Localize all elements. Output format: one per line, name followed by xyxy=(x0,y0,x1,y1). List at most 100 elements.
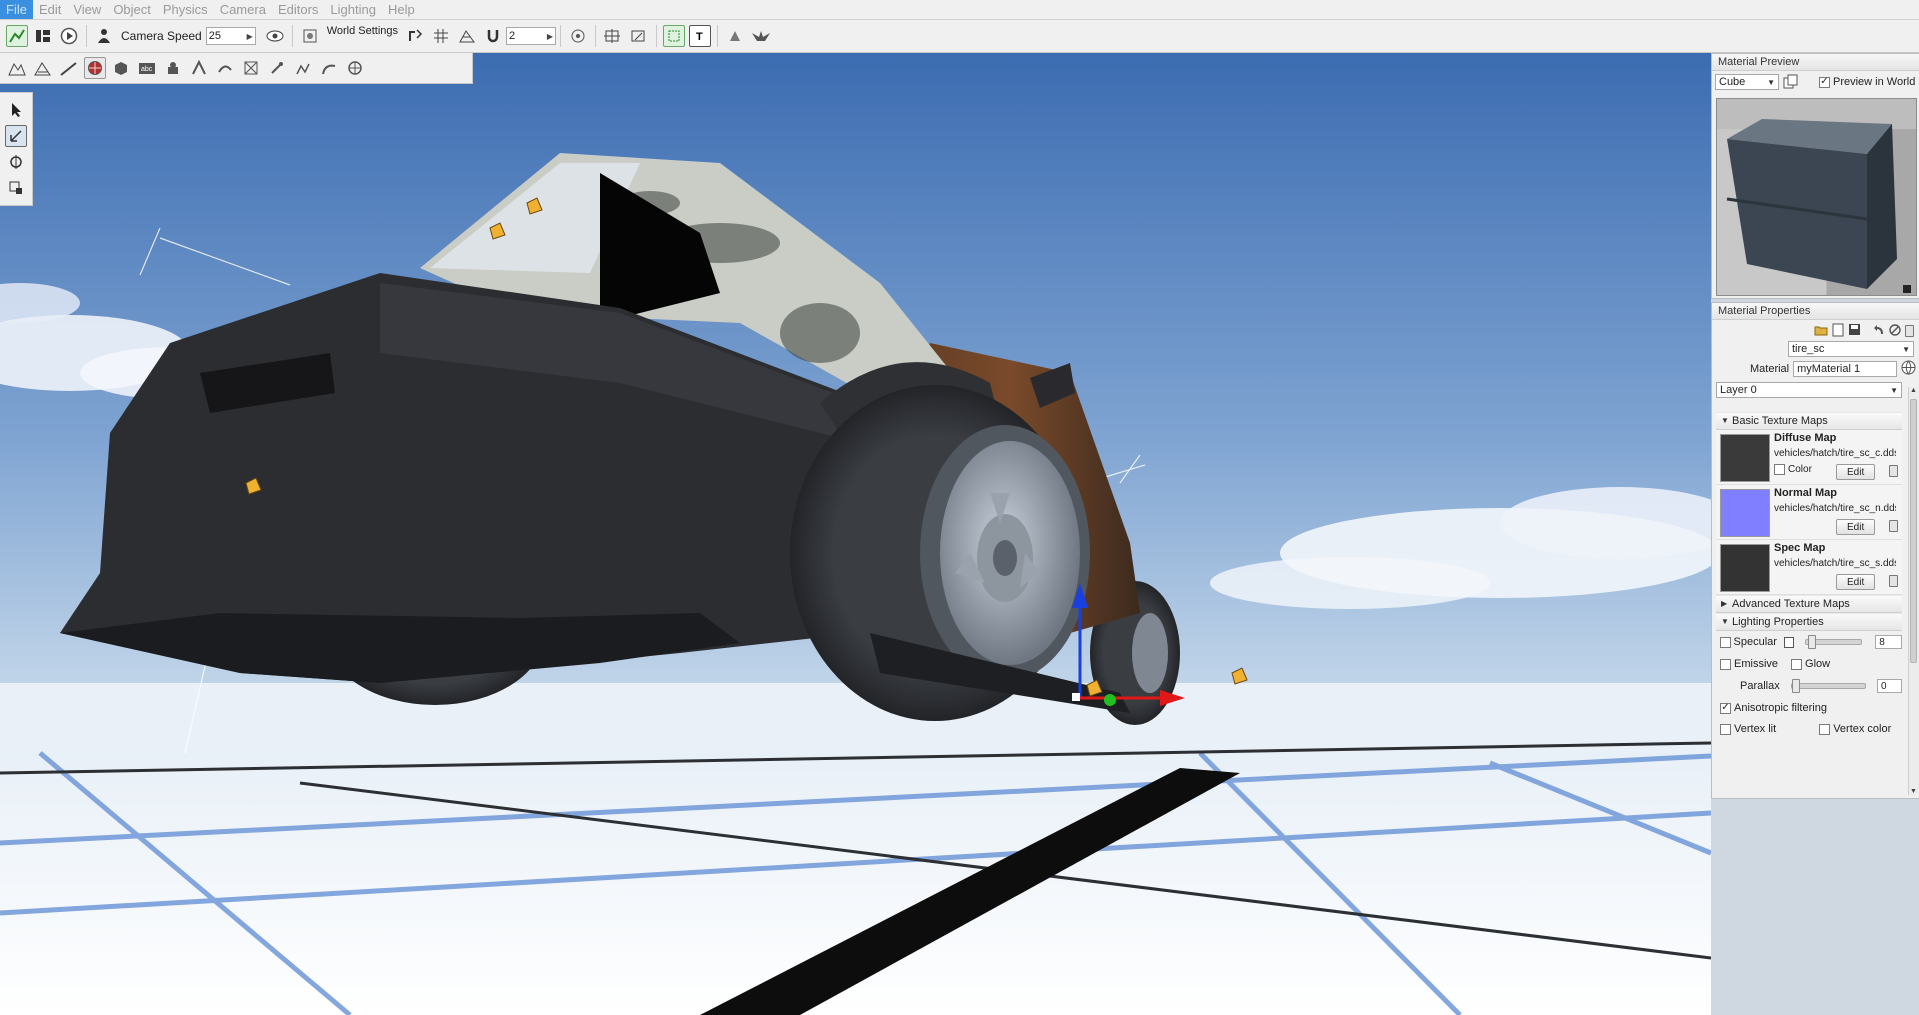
camera-speed-field[interactable]: 25 ▶ xyxy=(205,27,256,45)
specular-color-swatch[interactable] xyxy=(1783,636,1795,648)
terrain-paint-icon[interactable] xyxy=(32,57,54,79)
world-editor-icon[interactable] xyxy=(6,25,28,47)
scroll-down-icon[interactable]: ▼ xyxy=(1910,788,1917,795)
spec-delete-icon[interactable] xyxy=(1889,575,1898,587)
menu-camera[interactable]: Camera xyxy=(214,0,272,19)
decal-tool-icon[interactable] xyxy=(162,57,184,79)
specular-power-slider[interactable] xyxy=(1805,635,1863,649)
3d-viewport[interactable] xyxy=(0,53,1711,1015)
select-bounds-icon[interactable] xyxy=(663,25,686,47)
play-icon[interactable] xyxy=(58,25,80,47)
scale-gizmo-icon[interactable] xyxy=(5,177,27,199)
chevron-down-icon: ▼ xyxy=(1767,77,1775,87)
gui-editor-icon[interactable] xyxy=(32,25,54,47)
emissive-label: Emissive xyxy=(1734,658,1779,670)
lighting-properties-header[interactable]: ▼ Lighting Properties xyxy=(1716,613,1902,631)
menu-editors[interactable]: Editors xyxy=(272,0,324,19)
terrain-snap-icon[interactable] xyxy=(456,25,478,47)
glow-checkbox[interactable] xyxy=(1791,658,1803,670)
world-settings-label[interactable]: World Settings xyxy=(327,25,398,37)
expand-triangle-icon: ▼ xyxy=(1721,617,1729,626)
screenshot-icon[interactable] xyxy=(299,25,321,47)
datablock-icon[interactable]: abc xyxy=(136,57,158,79)
river-tool-icon[interactable] xyxy=(214,57,236,79)
preview-in-world-checkbox[interactable]: ✓ xyxy=(1819,76,1830,88)
new-material-icon[interactable] xyxy=(1832,323,1844,340)
normal-map-thumbnail[interactable] xyxy=(1720,489,1770,537)
normal-edit-button[interactable]: Edit xyxy=(1836,519,1876,535)
material-editor-icon[interactable] xyxy=(84,57,106,79)
scrollbar-thumb[interactable] xyxy=(1910,399,1917,663)
open-folder-icon[interactable] xyxy=(1814,324,1828,339)
select-arrow-icon[interactable] xyxy=(5,99,27,121)
diffuse-edit-button[interactable]: Edit xyxy=(1836,464,1876,480)
object-transform-icon[interactable] xyxy=(628,25,650,47)
shape-tool-icon[interactable] xyxy=(318,57,340,79)
vehicle-tool-icon[interactable] xyxy=(344,57,366,79)
scroll-up-icon[interactable]: ▲ xyxy=(1910,387,1917,394)
specular-power-field[interactable]: 8 xyxy=(1875,635,1902,649)
properties-scrollbar[interactable]: ▲ ▼ xyxy=(1908,387,1919,795)
normal-delete-icon[interactable] xyxy=(1889,520,1898,532)
revert-icon[interactable] xyxy=(1873,324,1885,339)
preview-shape-value: Cube xyxy=(1719,76,1746,88)
spec-map-thumbnail[interactable] xyxy=(1720,544,1770,592)
arrow-right-icon[interactable]: ▶ xyxy=(547,32,553,41)
preview-shape-dropdown[interactable]: Cube ▼ xyxy=(1715,74,1779,90)
road-tool-icon[interactable] xyxy=(58,57,80,79)
navmesh-tool-icon[interactable] xyxy=(240,57,262,79)
vertex-lit-checkbox[interactable] xyxy=(1720,723,1731,735)
material-preview-viewport[interactable] xyxy=(1716,98,1917,296)
copy-icon[interactable] xyxy=(1783,74,1799,90)
normal-map-path: vehicles/hatch/tire_sc_n.dds xyxy=(1774,503,1896,514)
globe-icon[interactable] xyxy=(1901,360,1916,378)
object-center-icon[interactable] xyxy=(602,25,624,47)
basic-texture-maps-header[interactable]: ▼ Basic Texture Maps xyxy=(1716,412,1902,430)
grid-snap-icon[interactable] xyxy=(430,25,452,47)
anisotropic-checkbox[interactable]: ✓ xyxy=(1720,702,1731,714)
visibility-eye-icon[interactable] xyxy=(264,25,286,47)
material-name-value: myMaterial 1 xyxy=(1797,363,1861,375)
sfx-tool-icon[interactable] xyxy=(292,57,314,79)
delete-material-icon[interactable] xyxy=(1905,325,1914,337)
arrow-right-icon[interactable]: ▶ xyxy=(247,32,253,41)
forest-tool-icon[interactable] xyxy=(188,57,210,79)
mapto-dropdown[interactable]: tire_sc ▼ xyxy=(1788,341,1914,357)
menu-view[interactable]: View xyxy=(67,0,107,19)
camera-person-icon[interactable] xyxy=(93,25,115,47)
emissive-checkbox[interactable] xyxy=(1720,658,1731,670)
fx-icon[interactable] xyxy=(724,25,746,47)
parallax-slider[interactable] xyxy=(1790,679,1866,693)
object-origin-icon[interactable] xyxy=(567,25,589,47)
text-label-icon[interactable]: T xyxy=(689,25,712,47)
particle-tool-icon[interactable] xyxy=(266,57,288,79)
diffuse-map-thumbnail[interactable] xyxy=(1720,434,1770,482)
mesh-object-icon[interactable] xyxy=(110,57,132,79)
slider-thumb[interactable] xyxy=(1791,679,1800,693)
move-gizmo-icon[interactable] xyxy=(5,125,27,147)
vertex-color-checkbox[interactable] xyxy=(1819,723,1831,735)
specular-checkbox[interactable] xyxy=(1720,636,1731,648)
spec-edit-button[interactable]: Edit xyxy=(1836,574,1876,590)
diffuse-color-checkbox[interactable] xyxy=(1774,464,1785,475)
menu-physics[interactable]: Physics xyxy=(157,0,214,19)
clear-icon[interactable] xyxy=(1889,323,1901,339)
advanced-texture-maps-header[interactable]: ▶ Advanced Texture Maps xyxy=(1716,595,1902,613)
menu-edit[interactable]: Edit xyxy=(33,0,67,19)
slider-thumb[interactable] xyxy=(1808,635,1817,649)
save-icon[interactable] xyxy=(1848,323,1861,339)
snap-rotate-icon[interactable] xyxy=(404,25,426,47)
menu-help[interactable]: Help xyxy=(382,0,421,19)
menu-object[interactable]: Object xyxy=(107,0,157,19)
bird-icon[interactable] xyxy=(750,25,772,47)
snap-value-field[interactable]: 2 ▶ xyxy=(506,27,557,45)
diffuse-delete-icon[interactable] xyxy=(1889,465,1898,477)
rotate-gizmo-icon[interactable] xyxy=(5,151,27,173)
menu-lighting[interactable]: Lighting xyxy=(324,0,382,19)
parallax-field[interactable]: 0 xyxy=(1876,679,1902,693)
terrain-tool-icon[interactable] xyxy=(6,57,28,79)
menu-file[interactable]: File xyxy=(0,0,33,19)
layer-dropdown[interactable]: Layer 0 ▼ xyxy=(1716,382,1902,398)
magnet-icon[interactable] xyxy=(482,25,504,47)
material-name-field[interactable]: myMaterial 1 xyxy=(1793,361,1897,377)
